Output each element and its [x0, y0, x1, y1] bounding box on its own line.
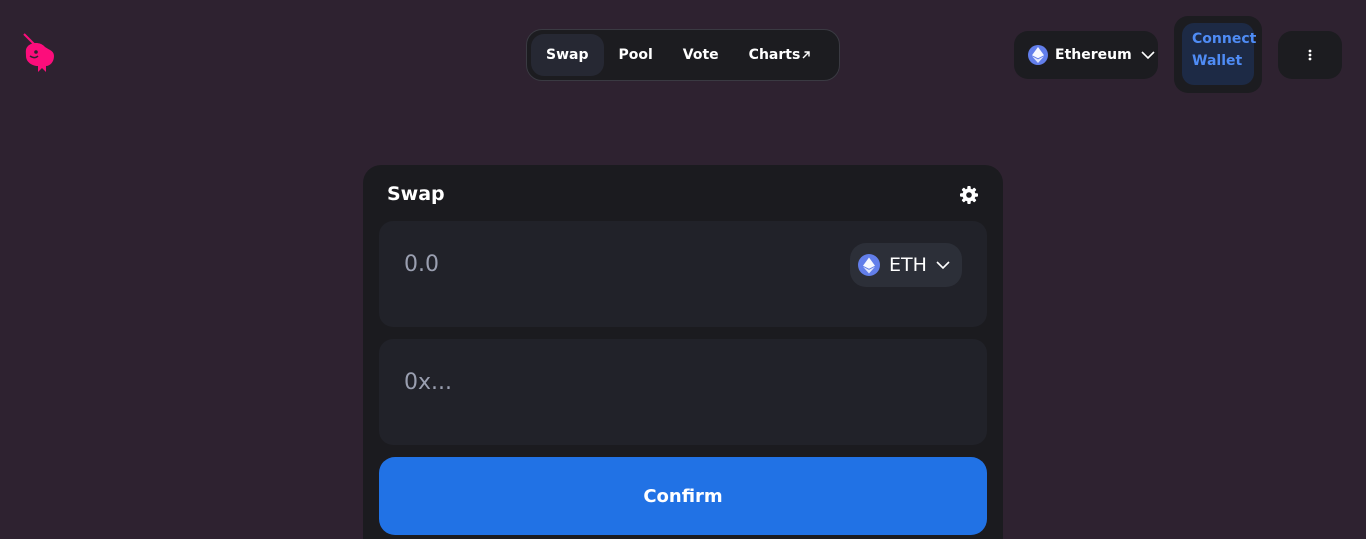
more-menu-button[interactable]	[1278, 31, 1342, 79]
network-selector[interactable]: Ethereum	[1014, 31, 1158, 79]
amount-input[interactable]	[404, 249, 804, 279]
page: Swap Pool Vote Charts Ethereum Connect W…	[0, 0, 1366, 539]
tab-charts[interactable]: Charts	[734, 34, 827, 76]
connect-wallet-line2: Wallet	[1192, 53, 1243, 69]
tab-swap[interactable]: Swap	[531, 34, 604, 76]
tab-pool-label: Pool	[618, 47, 653, 63]
tab-pool[interactable]: Pool	[604, 34, 668, 76]
token-selector[interactable]: ETH	[850, 243, 962, 287]
tab-vote[interactable]: Vote	[668, 34, 734, 76]
confirm-button[interactable]: Confirm	[379, 457, 987, 535]
recipient-panel	[379, 339, 987, 445]
ethereum-icon	[1028, 45, 1048, 65]
ethereum-icon	[858, 254, 880, 276]
recipient-address-input[interactable]	[404, 367, 804, 397]
main-nav: Swap Pool Vote Charts	[526, 29, 840, 81]
gear-icon[interactable]	[959, 185, 979, 205]
three-dots-vertical-icon	[1308, 46, 1312, 65]
token-symbol: ETH	[889, 254, 927, 276]
tab-vote-label: Vote	[682, 47, 719, 63]
external-arrow-icon	[801, 50, 811, 60]
connect-wallet-line1: Connect	[1192, 31, 1257, 47]
network-label: Ethereum	[1055, 47, 1132, 63]
wallet-container: Connect Wallet	[1174, 16, 1262, 93]
uniswap-logo-icon[interactable]	[20, 32, 58, 74]
chevron-down-icon	[936, 260, 950, 270]
swap-card: Swap 0.0 ETH 0x... Confirm	[363, 165, 1003, 539]
tab-swap-label: Swap	[546, 47, 589, 63]
amount-panel: ETH	[379, 221, 987, 327]
swap-title: Swap	[387, 183, 445, 205]
tab-charts-label: Charts	[748, 47, 801, 63]
chevron-down-icon	[1141, 50, 1155, 60]
connect-wallet-button[interactable]: Connect Wallet	[1182, 23, 1257, 85]
